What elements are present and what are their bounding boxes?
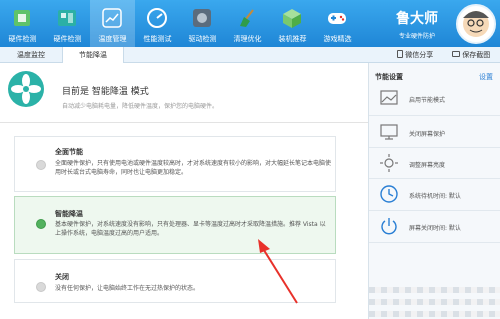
main-content: 目前是 智能降温 模式 自动减少电脑耗电量，降低硬件温度，保护您的电脑硬件。 全… — [0, 63, 368, 319]
brightness-icon — [379, 153, 399, 173]
decor-stripe — [369, 287, 500, 293]
panel-title: 节能设置 — [375, 73, 403, 81]
image-icon — [379, 88, 399, 108]
panel-item-label: 关闭屏幕保护 — [409, 131, 446, 138]
thermometer-icon — [101, 7, 123, 29]
panel-item-label: 调整屏幕亮度 — [409, 162, 446, 169]
option-desc: 基本硬件保护，对系统速度没有影响，只有处理器、显卡等温度过高时才采取降温措施。推… — [55, 221, 326, 237]
divider — [369, 147, 500, 148]
panel-item-screen-off-time[interactable]: 屏幕关闭时间: 默认 — [375, 213, 493, 239]
panel-item-label: 系统待机时间: 默认 — [409, 193, 461, 200]
decor-stripe — [369, 311, 500, 317]
settings-link[interactable]: 设置 — [479, 72, 493, 82]
broom-icon — [236, 7, 258, 29]
option-radio-selected[interactable] — [36, 219, 46, 229]
brand: 鲁大师 专业硬件防护 — [382, 8, 452, 40]
tab-temperature-monitor[interactable]: 温度监控 — [0, 47, 62, 63]
energy-settings-panel: 节能设置 设置 启用节能模式 关闭屏幕保护 调整屏幕亮度 系统待机时间: 默认 … — [368, 63, 500, 319]
divider — [369, 210, 500, 211]
fan-icon — [8, 71, 44, 107]
nav-item-temperature[interactable]: 温度管理 — [90, 0, 135, 47]
mode-title: 目前是 智能降温 模式 — [62, 87, 149, 97]
option-off[interactable]: 关闭 没有任何保护，让电脑始终工作在无过热保护的状态。 — [14, 259, 336, 303]
nav-item-games[interactable]: 游戏精选 — [315, 0, 360, 47]
nav-item-build-recommend[interactable]: 装机推荐 — [270, 0, 315, 47]
chip-icon — [11, 7, 33, 29]
divider — [369, 242, 500, 243]
panel-item-standby-time[interactable]: 系统待机时间: 默认 — [375, 181, 493, 207]
save-screenshot-button[interactable]: 保存截图 — [452, 47, 490, 63]
panel-item-enable-saving[interactable]: 启用节能模式 — [375, 85, 493, 111]
decor-stripe — [369, 299, 500, 305]
nav-item-hardware-detect[interactable]: 硬件检测 — [45, 0, 90, 47]
gamepad-icon — [326, 7, 348, 29]
nav-label: 硬件检测 — [53, 35, 82, 43]
board-icon — [56, 7, 78, 29]
nav-label: 装机推荐 — [278, 35, 307, 43]
nav-item-hardware-check[interactable]: 硬件检测 — [0, 0, 45, 47]
mode-subtitle: 自动减少电脑耗电量，降低硬件温度，保护您的电脑硬件。 — [62, 103, 219, 110]
nav-label: 温度管理 — [98, 35, 127, 43]
cube-icon — [281, 7, 303, 29]
nav-label: 清理优化 — [233, 35, 262, 43]
driver-icon — [191, 7, 213, 29]
brand-name: 鲁大师 — [396, 11, 438, 27]
wechat-share-button[interactable]: 微信分享 — [397, 47, 433, 63]
panel-item-screensaver[interactable]: 关闭屏幕保护 — [375, 119, 493, 145]
nav-item-driver[interactable]: 驱动检测 — [180, 0, 225, 47]
main-nav: 硬件检测 硬件检测 温度管理 性能测试 驱动检测 清理优化 装机推荐 游戏精选 — [0, 0, 360, 47]
phone-icon — [397, 50, 403, 58]
brand-tagline: 专业硬件防护 — [398, 33, 435, 40]
panel-item-label: 启用节能模式 — [409, 97, 446, 104]
save-screenshot-label: 保存截图 — [462, 51, 491, 59]
option-title: 关闭 — [55, 273, 69, 281]
option-smart-cooling[interactable]: 智能降温 基本硬件保护，对系统速度没有影响，只有处理器、显卡等温度过高时才采取降… — [14, 196, 336, 254]
option-title: 智能降温 — [55, 210, 83, 218]
monitor-icon — [379, 122, 399, 142]
option-title: 全面节能 — [55, 148, 83, 156]
nav-label: 硬件检测 — [8, 35, 37, 43]
option-full-saving[interactable]: 全面节能 全面硬件保护，只有使用电池或硬件温度较高时，才对系统速度有较小的影响，… — [14, 136, 336, 192]
speedometer-icon — [146, 7, 168, 29]
top-bar: 硬件检测 硬件检测 温度管理 性能测试 驱动检测 清理优化 装机推荐 游戏精选 … — [0, 0, 500, 47]
avatar[interactable] — [456, 4, 496, 44]
nav-label: 性能测试 — [143, 35, 172, 43]
option-radio[interactable] — [36, 282, 46, 292]
option-radio[interactable] — [36, 160, 46, 170]
wechat-share-label: 微信分享 — [405, 51, 434, 59]
nav-label: 驱动检测 — [188, 35, 217, 43]
divider — [369, 115, 500, 116]
clock-icon — [379, 184, 399, 204]
mode-header: 目前是 智能降温 模式 自动减少电脑耗电量，降低硬件温度，保护您的电脑硬件。 — [0, 63, 368, 123]
panel-item-label: 屏幕关闭时间: 默认 — [409, 225, 461, 232]
nav-item-cleanup[interactable]: 清理优化 — [225, 0, 270, 47]
panel-item-brightness[interactable]: 调整屏幕亮度 — [375, 150, 493, 176]
tab-energy-saving[interactable]: 节能降温 — [62, 47, 124, 63]
power-icon — [379, 216, 399, 236]
nav-item-performance[interactable]: 性能测试 — [135, 0, 180, 47]
nav-label: 游戏精选 — [323, 35, 352, 43]
sub-nav: 温度监控 节能降温 微信分享 保存截图 — [0, 47, 500, 63]
option-desc: 没有任何保护，让电脑始终工作在无过热保护的状态。 — [55, 285, 200, 292]
option-desc: 全面硬件保护，只有使用电池或硬件温度较高时，才对系统速度有较小的影响，对大幅延长… — [55, 160, 332, 176]
camera-icon — [452, 51, 460, 57]
divider — [369, 178, 500, 179]
